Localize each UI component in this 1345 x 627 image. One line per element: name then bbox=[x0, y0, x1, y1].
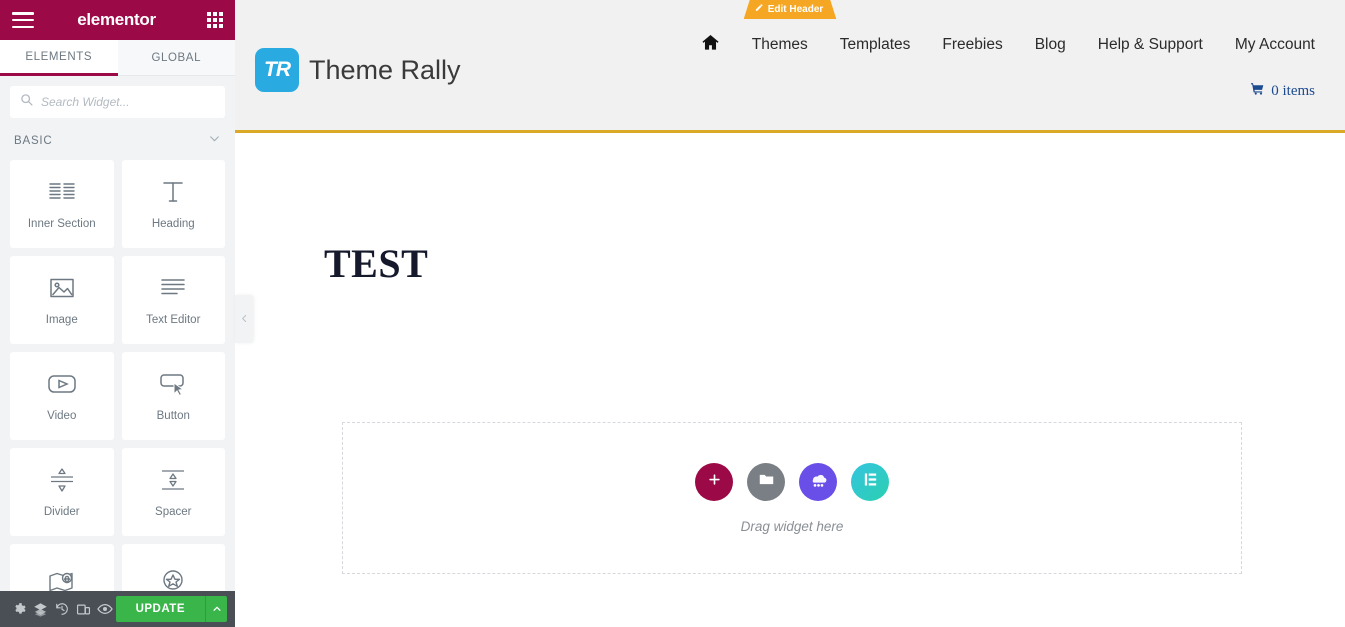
widget-label: Divider bbox=[43, 506, 80, 518]
search-widget-wrap bbox=[0, 76, 235, 126]
add-section-button[interactable] bbox=[695, 462, 733, 501]
elementor-e-icon bbox=[862, 471, 879, 493]
tab-elements[interactable]: ELEMENTS bbox=[0, 40, 118, 76]
widget-google-maps[interactable] bbox=[10, 544, 114, 591]
grid-icon[interactable] bbox=[207, 12, 223, 28]
history-icon[interactable] bbox=[51, 591, 73, 627]
widget-label: Text Editor bbox=[146, 314, 201, 326]
logo-mark: TR bbox=[255, 48, 299, 92]
icon-box-icon bbox=[158, 568, 188, 591]
cart-link[interactable]: 0 items bbox=[1250, 82, 1315, 101]
edit-header-label: Edit Header bbox=[767, 3, 824, 15]
nav-item-help-support[interactable]: Help & Support bbox=[1098, 36, 1203, 54]
navigator-layers-icon[interactable] bbox=[30, 591, 52, 627]
widget-button[interactable]: Button bbox=[121, 352, 225, 440]
plus-icon bbox=[707, 472, 722, 492]
widget-heading[interactable]: Heading bbox=[121, 160, 225, 248]
nav-item-templates[interactable]: Templates bbox=[840, 36, 911, 54]
button-icon bbox=[158, 370, 188, 398]
widget-label: Spacer bbox=[155, 506, 192, 518]
site-header[interactable]: Edit Header TR Theme Rally Themes Templa… bbox=[235, 0, 1345, 133]
widget-image[interactable]: Image bbox=[10, 256, 114, 344]
add-folder-button[interactable] bbox=[747, 462, 785, 501]
text-editor-icon bbox=[159, 274, 187, 302]
video-icon bbox=[47, 370, 77, 398]
nav-item-my-account[interactable]: My Account bbox=[1235, 36, 1315, 54]
template-cloud-icon bbox=[809, 470, 828, 494]
widget-label: Image bbox=[45, 314, 78, 326]
responsive-mode-icon[interactable] bbox=[73, 591, 95, 627]
divider-icon bbox=[47, 466, 77, 494]
search-box[interactable] bbox=[10, 86, 225, 118]
heading-icon bbox=[160, 178, 186, 206]
update-button[interactable]: UPDATE bbox=[115, 596, 206, 622]
elementor-editor: elementor ELEMENTS GLOBAL BASIC bbox=[0, 0, 1345, 627]
widget-text-editor[interactable]: Text Editor bbox=[121, 256, 225, 344]
folder-icon bbox=[758, 471, 775, 493]
widget-label: Video bbox=[47, 410, 77, 422]
widget-inner-section[interactable]: Inner Section bbox=[10, 160, 114, 248]
nav-item-themes[interactable]: Themes bbox=[752, 36, 808, 54]
widget-dropzone[interactable]: Drag widget here bbox=[342, 422, 1242, 574]
elementor-brand-title: elementor bbox=[77, 10, 156, 29]
google-maps-icon bbox=[47, 568, 77, 591]
search-icon bbox=[20, 93, 33, 111]
settings-gear-icon[interactable] bbox=[8, 591, 30, 627]
cart-label: 0 items bbox=[1271, 83, 1315, 99]
preview-canvas: Edit Header TR Theme Rally Themes Templa… bbox=[235, 0, 1345, 627]
hamburger-icon[interactable] bbox=[12, 12, 34, 28]
home-icon bbox=[701, 34, 720, 56]
inner-section-icon bbox=[48, 178, 76, 206]
widget-icon-box[interactable] bbox=[121, 544, 225, 591]
widget-label: Heading bbox=[151, 218, 195, 230]
shopping-cart-icon bbox=[1250, 82, 1265, 101]
chevron-left-icon bbox=[240, 310, 249, 328]
chevron-down-icon[interactable] bbox=[208, 132, 221, 150]
nav-item-freebies[interactable]: Freebies bbox=[942, 36, 1002, 54]
panel-tabs: ELEMENTS GLOBAL bbox=[0, 40, 235, 76]
caret-up-icon[interactable] bbox=[205, 596, 228, 622]
panel-header: elementor bbox=[0, 0, 235, 40]
preview-eye-icon[interactable] bbox=[94, 591, 116, 627]
search-input[interactable] bbox=[41, 95, 215, 109]
panel-footer: UPDATE bbox=[0, 591, 235, 627]
dropzone-actions bbox=[695, 462, 889, 501]
spacer-icon bbox=[158, 466, 188, 494]
edit-header-badge[interactable]: Edit Header bbox=[744, 0, 837, 19]
pencil-icon bbox=[755, 3, 764, 15]
widget-video[interactable]: Video bbox=[10, 352, 114, 440]
logo-text: Theme Rally bbox=[309, 54, 461, 85]
elementor-panel: elementor ELEMENTS GLOBAL BASIC bbox=[0, 0, 235, 627]
widget-label: Button bbox=[156, 410, 190, 422]
tab-global[interactable]: GLOBAL bbox=[117, 40, 235, 76]
elementor-logo-button[interactable] bbox=[851, 462, 889, 501]
widget-grid: Inner Section Heading Image Text Editor … bbox=[0, 160, 235, 591]
site-logo[interactable]: TR Theme Rally bbox=[255, 48, 461, 92]
category-title: BASIC bbox=[14, 135, 53, 147]
widget-label: Inner Section bbox=[27, 218, 96, 230]
widget-divider[interactable]: Divider bbox=[10, 448, 114, 536]
widget-spacer[interactable]: Spacer bbox=[121, 448, 225, 536]
site-nav: Themes Templates Freebies Blog Help & Su… bbox=[701, 33, 1315, 57]
update-group: UPDATE bbox=[115, 596, 228, 622]
nav-item-home[interactable] bbox=[701, 33, 720, 57]
image-icon bbox=[48, 274, 76, 302]
dropzone-label: Drag widget here bbox=[740, 518, 844, 534]
panel-collapse-handle[interactable] bbox=[235, 295, 253, 343]
page-title[interactable]: TEST bbox=[324, 240, 428, 287]
category-basic-header[interactable]: BASIC bbox=[0, 126, 235, 160]
add-template-button[interactable] bbox=[799, 462, 837, 501]
nav-item-blog[interactable]: Blog bbox=[1035, 36, 1066, 54]
